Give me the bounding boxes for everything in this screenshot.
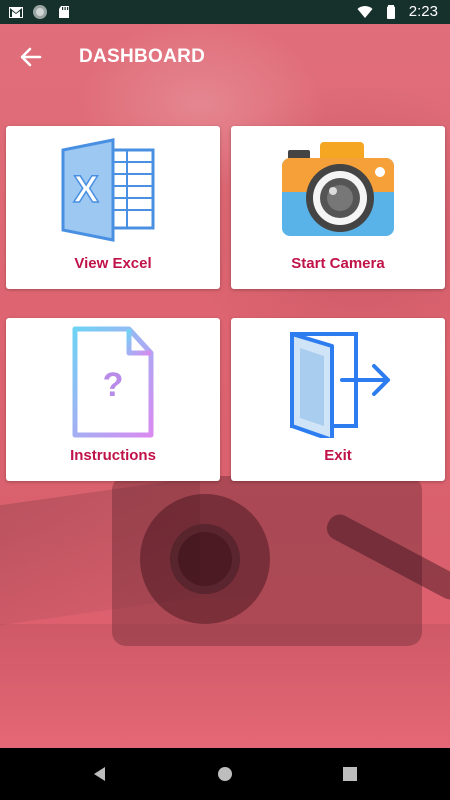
- exit-card[interactable]: Exit: [231, 318, 445, 481]
- svg-text:?: ?: [103, 366, 124, 404]
- sd-card-icon: [59, 6, 69, 18]
- gmail-icon: [9, 7, 23, 18]
- status-time: 2:23: [408, 3, 438, 20]
- home-circle-icon[interactable]: [215, 764, 235, 784]
- camera-icon: [282, 142, 394, 236]
- system-nav-bar: [0, 748, 450, 800]
- start-camera-card[interactable]: Start Camera: [231, 126, 445, 289]
- arrow-back-icon[interactable]: [14, 40, 48, 74]
- background-table: [0, 624, 450, 748]
- wifi-icon: [357, 5, 373, 18]
- view-excel-card[interactable]: X View Excel: [6, 126, 220, 289]
- help-document-icon: ?: [72, 326, 154, 438]
- excel-icon: X: [61, 138, 155, 242]
- svg-text:X: X: [73, 169, 99, 211]
- status-bar: 2:23: [0, 0, 450, 24]
- instructions-card[interactable]: ? Instructions: [6, 318, 220, 481]
- exit-label: Exit: [324, 447, 352, 464]
- page-title: DASHBOARD: [79, 46, 206, 67]
- recents-square-icon[interactable]: [340, 764, 360, 784]
- battery-icon: [386, 4, 395, 19]
- instructions-label: Instructions: [70, 447, 156, 464]
- exit-door-icon: [290, 332, 390, 438]
- app-bar: DASHBOARD: [0, 24, 450, 88]
- background-camera-lens-inner: [170, 524, 240, 594]
- view-excel-label: View Excel: [74, 255, 152, 272]
- back-triangle-icon[interactable]: [90, 764, 110, 784]
- start-camera-label: Start Camera: [291, 255, 385, 272]
- circle-app-icon: [33, 5, 47, 19]
